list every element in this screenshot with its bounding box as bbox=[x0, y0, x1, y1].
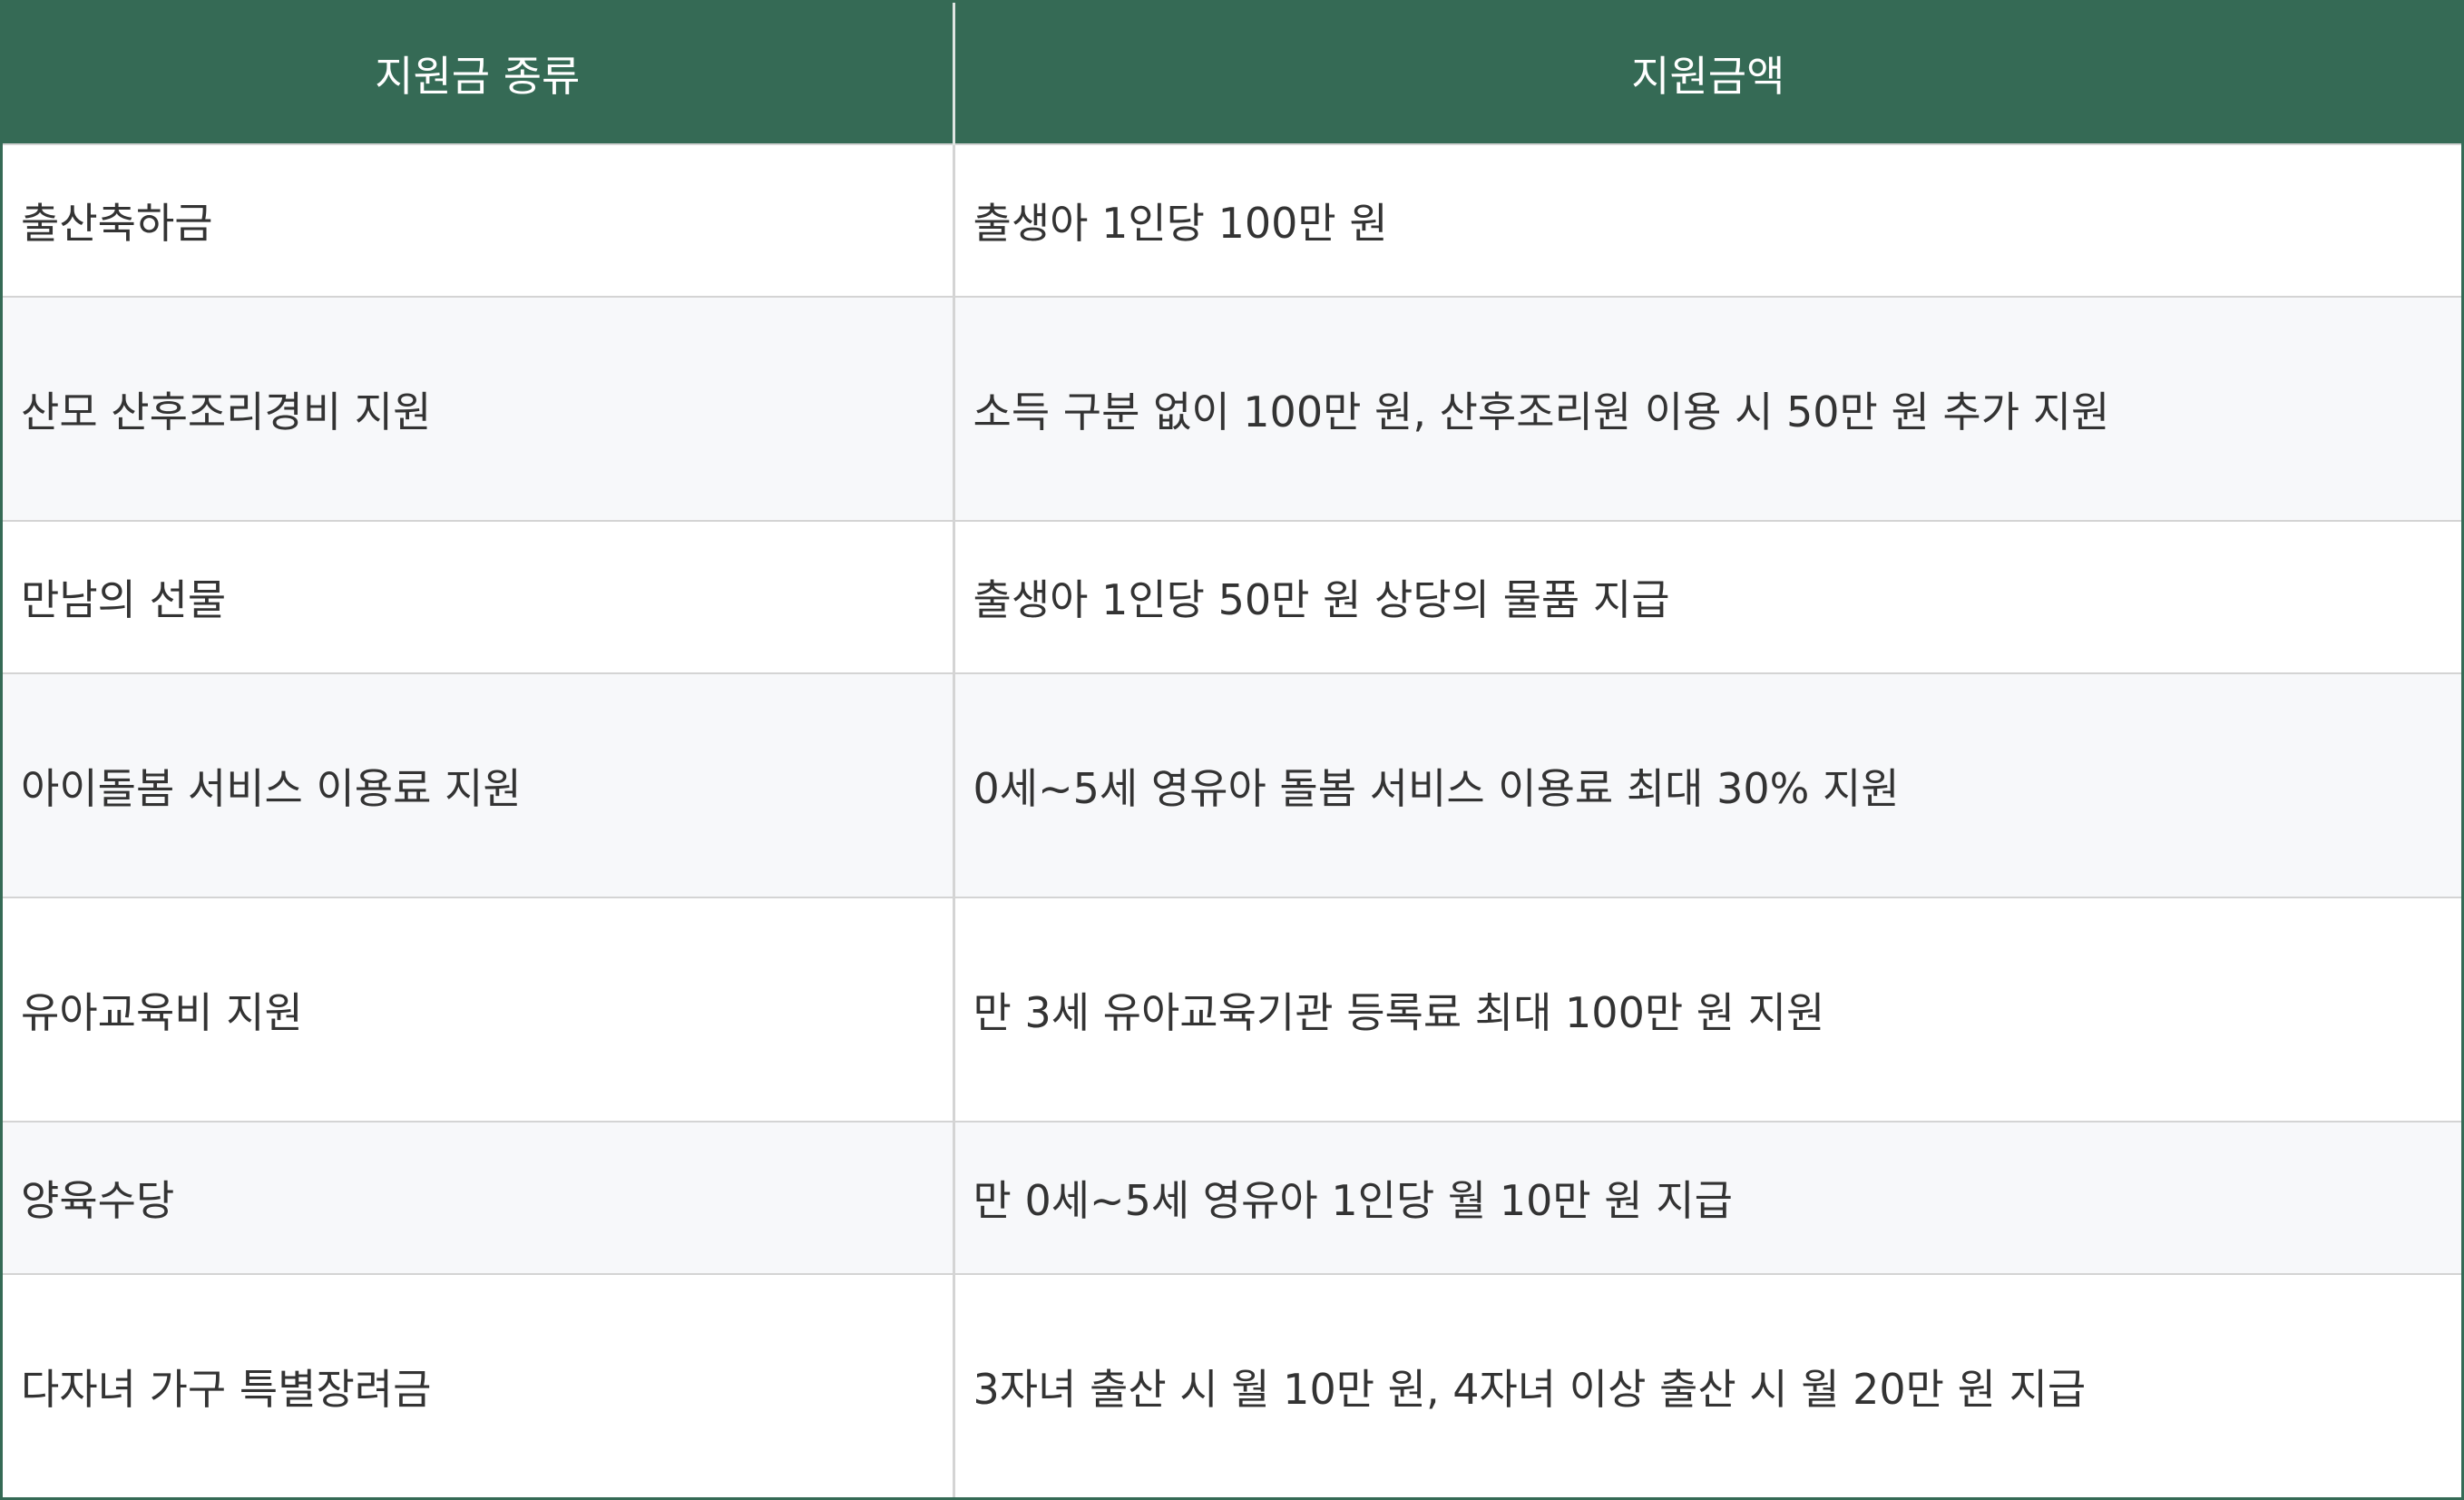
header-row: 지원금 종류 지원금액 bbox=[3, 3, 2461, 144]
cell-support-amount: 0세~5세 영유아 돌봄 서비스 이용료 최대 30% 지원 bbox=[952, 672, 2461, 897]
cell-support-type: 다자녀 가구 특별장려금 bbox=[3, 1273, 953, 1497]
table-row: 다자녀 가구 특별장려금 3자녀 출산 시 월 10만 원, 4자녀 이상 출산… bbox=[3, 1273, 2461, 1497]
cell-support-amount: 출생아 1인당 50만 원 상당의 물품 지급 bbox=[952, 520, 2461, 673]
cell-support-amount: 소득 구분 없이 100만 원, 산후조리원 이용 시 50만 원 추가 지원 bbox=[952, 296, 2461, 521]
cell-support-amount: 3자녀 출산 시 월 10만 원, 4자녀 이상 출산 시 월 20만 원 지급 bbox=[952, 1273, 2461, 1497]
table-row: 산모 산후조리경비 지원 소득 구분 없이 100만 원, 산후조리원 이용 시… bbox=[3, 296, 2461, 521]
table-body: 출산축하금 출생아 1인당 100만 원 산모 산후조리경비 지원 소득 구분 … bbox=[3, 143, 2461, 1497]
table-row: 출산축하금 출생아 1인당 100만 원 bbox=[3, 143, 2461, 297]
table-row: 만남의 선물 출생아 1인당 50만 원 상당의 물품 지급 bbox=[3, 520, 2461, 673]
cell-support-amount: 만 3세 유아교육기관 등록료 최대 100만 원 지원 bbox=[952, 897, 2461, 1122]
table-row: 양육수당 만 0세~5세 영유아 1인당 월 10만 원 지급 bbox=[3, 1121, 2461, 1274]
support-table-container: 지원금 종류 지원금액 출산축하금 출생아 1인당 100만 원 산모 산후조리… bbox=[0, 0, 2464, 1500]
cell-support-type: 만남의 선물 bbox=[3, 520, 953, 673]
table-row: 유아교육비 지원 만 3세 유아교육기관 등록료 최대 100만 원 지원 bbox=[3, 897, 2461, 1122]
cell-support-type: 출산축하금 bbox=[3, 143, 953, 297]
support-table: 지원금 종류 지원금액 출산축하금 출생아 1인당 100만 원 산모 산후조리… bbox=[3, 3, 2461, 1497]
cell-support-amount: 출생아 1인당 100만 원 bbox=[952, 143, 2461, 297]
table-header: 지원금 종류 지원금액 bbox=[3, 3, 2461, 144]
cell-support-type: 양육수당 bbox=[3, 1121, 953, 1274]
cell-support-type: 유아교육비 지원 bbox=[3, 897, 953, 1122]
cell-support-type: 아이돌봄 서비스 이용료 지원 bbox=[3, 672, 953, 897]
cell-support-amount: 만 0세~5세 영유아 1인당 월 10만 원 지급 bbox=[952, 1121, 2461, 1274]
header-cell-amount: 지원금액 bbox=[952, 3, 2461, 144]
header-cell-type: 지원금 종류 bbox=[3, 3, 953, 144]
cell-support-type: 산모 산후조리경비 지원 bbox=[3, 296, 953, 521]
table-row: 아이돌봄 서비스 이용료 지원 0세~5세 영유아 돌봄 서비스 이용료 최대 … bbox=[3, 672, 2461, 897]
